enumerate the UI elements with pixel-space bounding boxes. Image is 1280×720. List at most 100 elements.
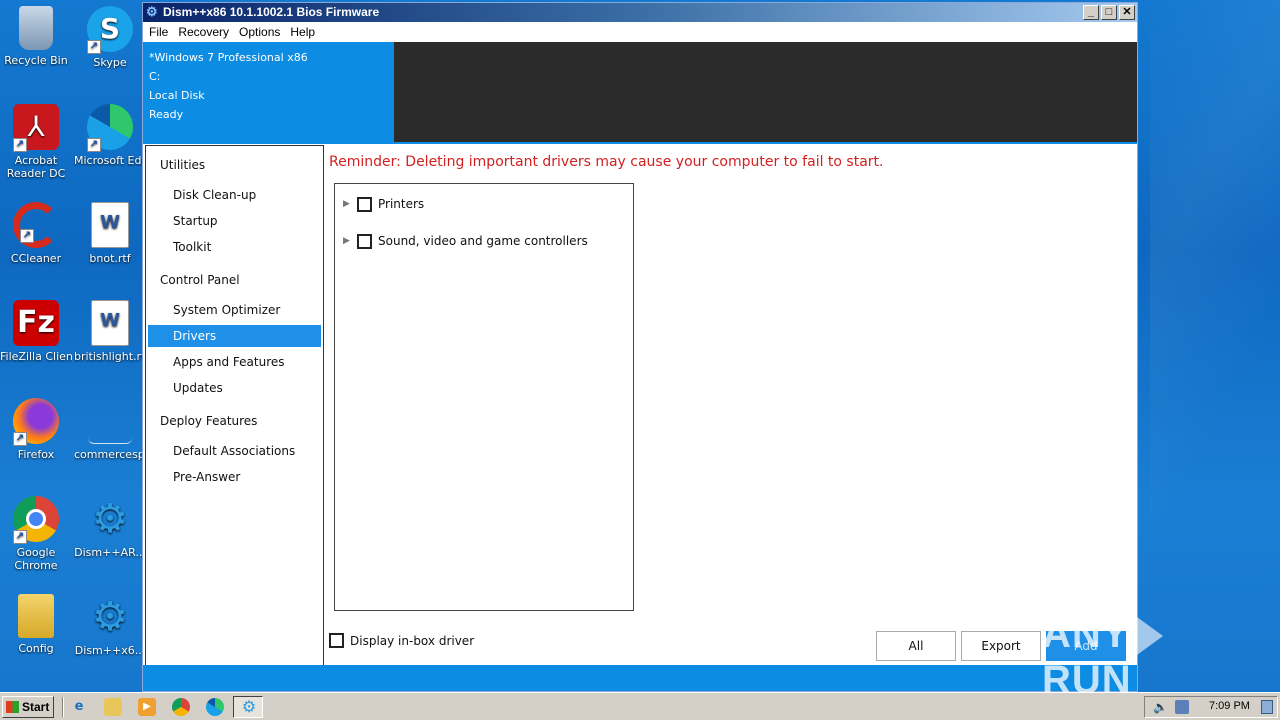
sidebar-section-utilities: Utilities — [160, 158, 206, 172]
sidebar-item-updates[interactable]: Updates — [148, 377, 321, 399]
edge-icon: ↗ — [87, 104, 133, 152]
desktop-icon-config[interactable]: Config — [0, 594, 72, 655]
session-disk: Local Disk — [149, 89, 205, 102]
display-inbox-driver-option[interactable]: Display in-box driver — [329, 633, 474, 648]
sidebar-section-deploy-features: Deploy Features — [160, 414, 258, 428]
taskbar-clock[interactable]: 7:09 PM — [1209, 700, 1250, 712]
dism-taskbar-button[interactable]: ⚙ — [233, 696, 263, 718]
desktop-icon-skype[interactable]: S ↗ Skype — [74, 6, 146, 69]
desktop-icon-dism-ar[interactable]: ⚙ Dism++AR... — [74, 496, 146, 559]
desktop-icon-filezilla[interactable]: Fz FileZilla Client — [0, 300, 72, 363]
shortcut-arrow-icon: ↗ — [13, 432, 27, 446]
menu-file[interactable]: File — [149, 23, 168, 42]
ccleaner-icon: ↗ — [13, 202, 59, 248]
desktop-icon-bnot-rtf[interactable]: W bnot.rtf — [74, 202, 146, 265]
desktop-icon-label: britishlight.rtf — [74, 350, 146, 363]
desktop-icon-label: FileZilla Client — [0, 350, 72, 363]
shortcut-arrow-icon: ↗ — [13, 530, 27, 544]
shortcut-arrow-icon: ↗ — [20, 229, 34, 243]
acrobat-icon: ⅄ ↗ — [13, 104, 59, 152]
media-player-icon[interactable]: ▶ — [138, 698, 156, 716]
desktop-icon-edge[interactable]: ↗ Microsoft Edge — [74, 104, 146, 167]
all-button[interactable]: All — [876, 631, 956, 661]
sidebar-item-disk-clean-up[interactable]: Disk Clean-up — [148, 184, 321, 206]
sidebar-item-drivers[interactable]: Drivers — [148, 325, 321, 347]
tree-node-sound-video[interactable]: ▶ Sound, video and game controllers — [343, 231, 588, 251]
volume-icon[interactable]: 🔈 — [1153, 700, 1168, 714]
desktop-icon-label: Firefox — [17, 448, 55, 461]
network-icon[interactable] — [1175, 700, 1189, 714]
desktop-icon-label: commercesp... — [74, 448, 146, 461]
display-inbox-driver-label: Display in-box driver — [350, 633, 475, 648]
shortcut-arrow-icon: ↗ — [13, 138, 27, 152]
recycle-bin-icon — [19, 6, 53, 50]
word-doc-icon: W — [91, 300, 129, 346]
export-button[interactable]: Export — [961, 631, 1041, 661]
windows-flag-icon — [6, 701, 19, 713]
desktop-icon-label: Skype — [93, 56, 127, 69]
header-divider — [143, 142, 1137, 144]
desktop-icon-label: Dism++AR... — [74, 546, 146, 559]
expand-arrow-icon[interactable]: ▶ — [343, 236, 353, 246]
desktop-icon-label: bnot.rtf — [89, 252, 131, 265]
display-inbox-driver-checkbox[interactable] — [329, 633, 344, 648]
chrome-taskbar-icon[interactable] — [172, 698, 190, 716]
desktop-icon-firefox[interactable]: ↗ Firefox — [0, 398, 72, 461]
menu-help[interactable]: Help — [290, 23, 315, 42]
window-titlebar[interactable]: ⚙ Dism++x86 10.1.1002.1 Bios Firmware _ … — [143, 3, 1137, 22]
sidebar-item-apps-and-features[interactable]: Apps and Features — [148, 351, 321, 373]
desktop-icon-label: Google Chrome — [14, 546, 58, 572]
dism-gear-icon: ⚙ — [146, 4, 158, 19]
shortcut-arrow-icon: ↗ — [87, 138, 101, 152]
sidebar-section-control-panel: Control Panel — [160, 273, 240, 287]
window-status-bar — [143, 665, 1137, 691]
sidebar-item-pre-answer[interactable]: Pre-Answer — [148, 466, 321, 488]
dism-gear-icon: ⚙ — [92, 496, 128, 542]
desktop-icon-recycle-bin[interactable]: Recycle Bin — [0, 6, 72, 67]
desktop-background — [1150, 0, 1280, 690]
tree-node-printers[interactable]: ▶ Printers — [343, 194, 424, 214]
word-doc-icon: W — [91, 202, 129, 248]
desktop-icon-label: Acrobat Reader DC — [6, 154, 66, 180]
sound-video-checkbox[interactable] — [357, 233, 372, 249]
session-info[interactable]: *Windows 7 Professional x86 C: Local Dis… — [149, 48, 308, 124]
taskbar-separator — [62, 697, 64, 717]
desktop-icon-ccleaner[interactable]: ↗ CCleaner — [0, 202, 72, 265]
desktop-icon-dism-x6[interactable]: ⚙ Dism++x6... — [74, 594, 146, 657]
session-list-area — [394, 42, 1137, 142]
close-button[interactable]: ✕ — [1119, 5, 1135, 20]
desktop-icon-acrobat[interactable]: ⅄ ↗ Acrobat Reader DC — [0, 104, 72, 180]
dism-window: ⚙ Dism++x86 10.1.1002.1 Bios Firmware _ … — [142, 2, 1138, 692]
desktop-icon-chrome[interactable]: ↗ Google Chrome — [0, 496, 72, 572]
taskbar: Start e ▶ ⚙ 🔈 7:09 PM — [0, 692, 1280, 720]
show-desktop-icon[interactable] — [1261, 700, 1273, 714]
session-drive: C: — [149, 70, 161, 83]
explorer-folder-icon[interactable] — [104, 698, 122, 716]
expand-arrow-icon[interactable]: ▶ — [343, 199, 353, 209]
desktop-icon-britishlight-rtf[interactable]: W britishlight.rtf — [74, 300, 146, 363]
play-triangle-icon — [1133, 614, 1164, 659]
start-button[interactable]: Start — [2, 696, 54, 718]
sidebar-item-system-optimizer[interactable]: System Optimizer — [148, 299, 321, 321]
skype-icon: S ↗ — [87, 6, 133, 54]
maximize-button[interactable]: □ — [1101, 5, 1117, 20]
menu-options[interactable]: Options — [239, 23, 280, 42]
watermark-left-text: ANY — [1042, 612, 1130, 656]
minimize-button[interactable]: _ — [1083, 5, 1099, 20]
menu-recovery[interactable]: Recovery — [178, 23, 229, 42]
sidebar-item-toolkit[interactable]: Toolkit — [148, 236, 321, 258]
dism-gear-icon: ⚙ — [92, 594, 128, 640]
session-os: *Windows 7 Professional x86 — [149, 51, 308, 64]
driver-tree[interactable]: ▶ Printers ▶ Sound, video and game contr… — [334, 183, 634, 611]
ie-icon[interactable]: e — [70, 698, 88, 716]
edge-taskbar-icon[interactable] — [206, 698, 224, 716]
driver-warning-text: Reminder: Deleting important drivers may… — [329, 154, 884, 170]
printers-checkbox[interactable] — [357, 196, 372, 212]
sidebar-item-startup[interactable]: Startup — [148, 210, 321, 232]
desktop-icon-commercesp[interactable]: commercesp... — [74, 398, 146, 461]
blank-file-icon — [88, 398, 132, 444]
sidebar-item-default-associations[interactable]: Default Associations — [148, 440, 321, 462]
session-header: *Windows 7 Professional x86 C: Local Dis… — [143, 42, 1137, 142]
dism-gear-icon: ⚙ — [241, 697, 257, 716]
start-label: Start — [22, 700, 50, 714]
